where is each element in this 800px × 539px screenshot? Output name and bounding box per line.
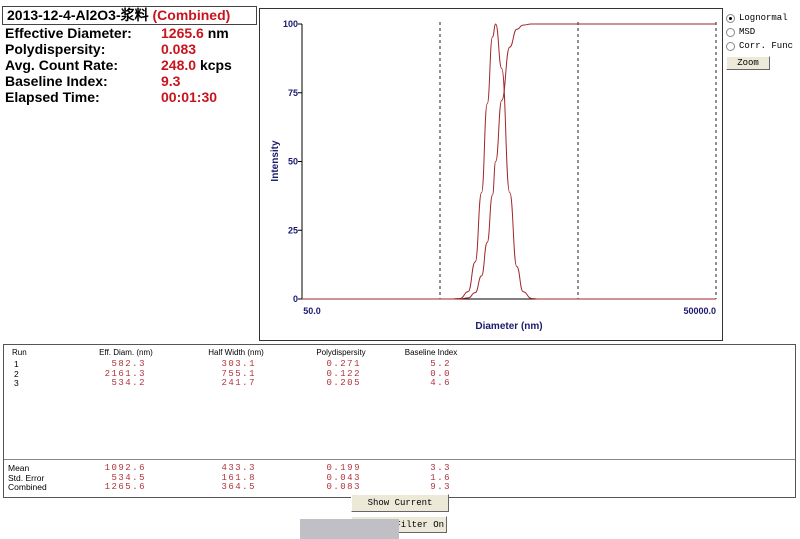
- cell-value: 2161.3: [104, 368, 146, 379]
- cell-value: 755.1: [221, 368, 256, 379]
- row-label: 1: [14, 359, 19, 369]
- column-header: Baseline Index: [404, 348, 458, 357]
- cell-value: 4.6: [430, 378, 451, 388]
- runs-table: Run Eff. Diam. (nm) Half Width (nm) Polydis…: [3, 344, 796, 498]
- x-tick-label: 50000.0: [683, 306, 716, 316]
- option-label: Lognormal: [739, 13, 788, 23]
- cell-value: 0.271: [326, 359, 361, 369]
- cell-value: 161.8: [221, 472, 256, 483]
- cell-value: 1265.6: [104, 482, 146, 492]
- table-divider: [4, 459, 795, 460]
- y-tick-label: 75: [288, 88, 298, 98]
- column-header: Half Width (nm): [208, 348, 264, 357]
- column-header: Polydispersity: [316, 348, 366, 357]
- option-label: Corr. Func: [739, 41, 794, 51]
- cell-value: 433.3: [221, 463, 256, 473]
- option-corr-func[interactable]: Corr. Func: [726, 41, 793, 51]
- zoom-button[interactable]: Zoom: [726, 56, 770, 70]
- option-lognormal[interactable]: Lognormal: [726, 13, 788, 23]
- row-label: Mean: [8, 463, 30, 473]
- gray-panel: [300, 519, 399, 539]
- cell-value: 241.7: [221, 378, 256, 388]
- x-tick-label: 50.0: [303, 306, 321, 316]
- radio-icon[interactable]: [726, 41, 735, 51]
- cell-value: 582.3: [111, 359, 146, 369]
- cell-value: 0.083: [326, 482, 361, 492]
- cell-value: 534.2: [111, 378, 146, 388]
- cell-value: 534.5: [111, 472, 146, 483]
- option-label: MSD: [739, 27, 756, 37]
- option-msd[interactable]: MSD: [726, 27, 755, 37]
- cell-value: 303.1: [221, 359, 256, 369]
- cell-value: 1.6: [430, 472, 451, 483]
- cell-value: 5.2: [430, 359, 451, 369]
- row-label: 2: [14, 368, 19, 379]
- cell-value: 3.3: [430, 463, 451, 473]
- cell-value: 1092.6: [104, 463, 146, 473]
- cell-value: 364.5: [221, 482, 256, 492]
- cell-value: 0.199: [326, 463, 361, 473]
- y-tick-label: 50: [288, 157, 298, 167]
- radio-icon[interactable]: [726, 27, 735, 37]
- x-axis-label: Diameter (nm): [475, 321, 542, 332]
- row-label: Combined: [8, 482, 47, 492]
- row-label: Std. Error: [8, 472, 45, 483]
- cumulative-curve: [302, 23, 716, 300]
- distribution-curve: [302, 23, 716, 300]
- y-tick-label: 25: [288, 225, 298, 235]
- radio-icon[interactable]: [726, 13, 735, 23]
- cell-value: 0.043: [326, 472, 361, 483]
- cell-value: 0.122: [326, 368, 361, 379]
- y-tick-label: 100: [283, 19, 298, 29]
- y-tick-label: 0: [293, 294, 298, 304]
- y-axis-label: Intensity: [270, 140, 281, 182]
- column-header: Eff. Diam. (nm): [99, 348, 153, 357]
- cell-value: 0.205: [326, 378, 361, 388]
- show-current-button[interactable]: Show Current: [351, 494, 449, 512]
- row-label: 3: [14, 378, 19, 388]
- cell-value: 9.3: [430, 482, 451, 492]
- column-header: Run: [12, 348, 27, 357]
- cell-value: 0.0: [430, 368, 451, 379]
